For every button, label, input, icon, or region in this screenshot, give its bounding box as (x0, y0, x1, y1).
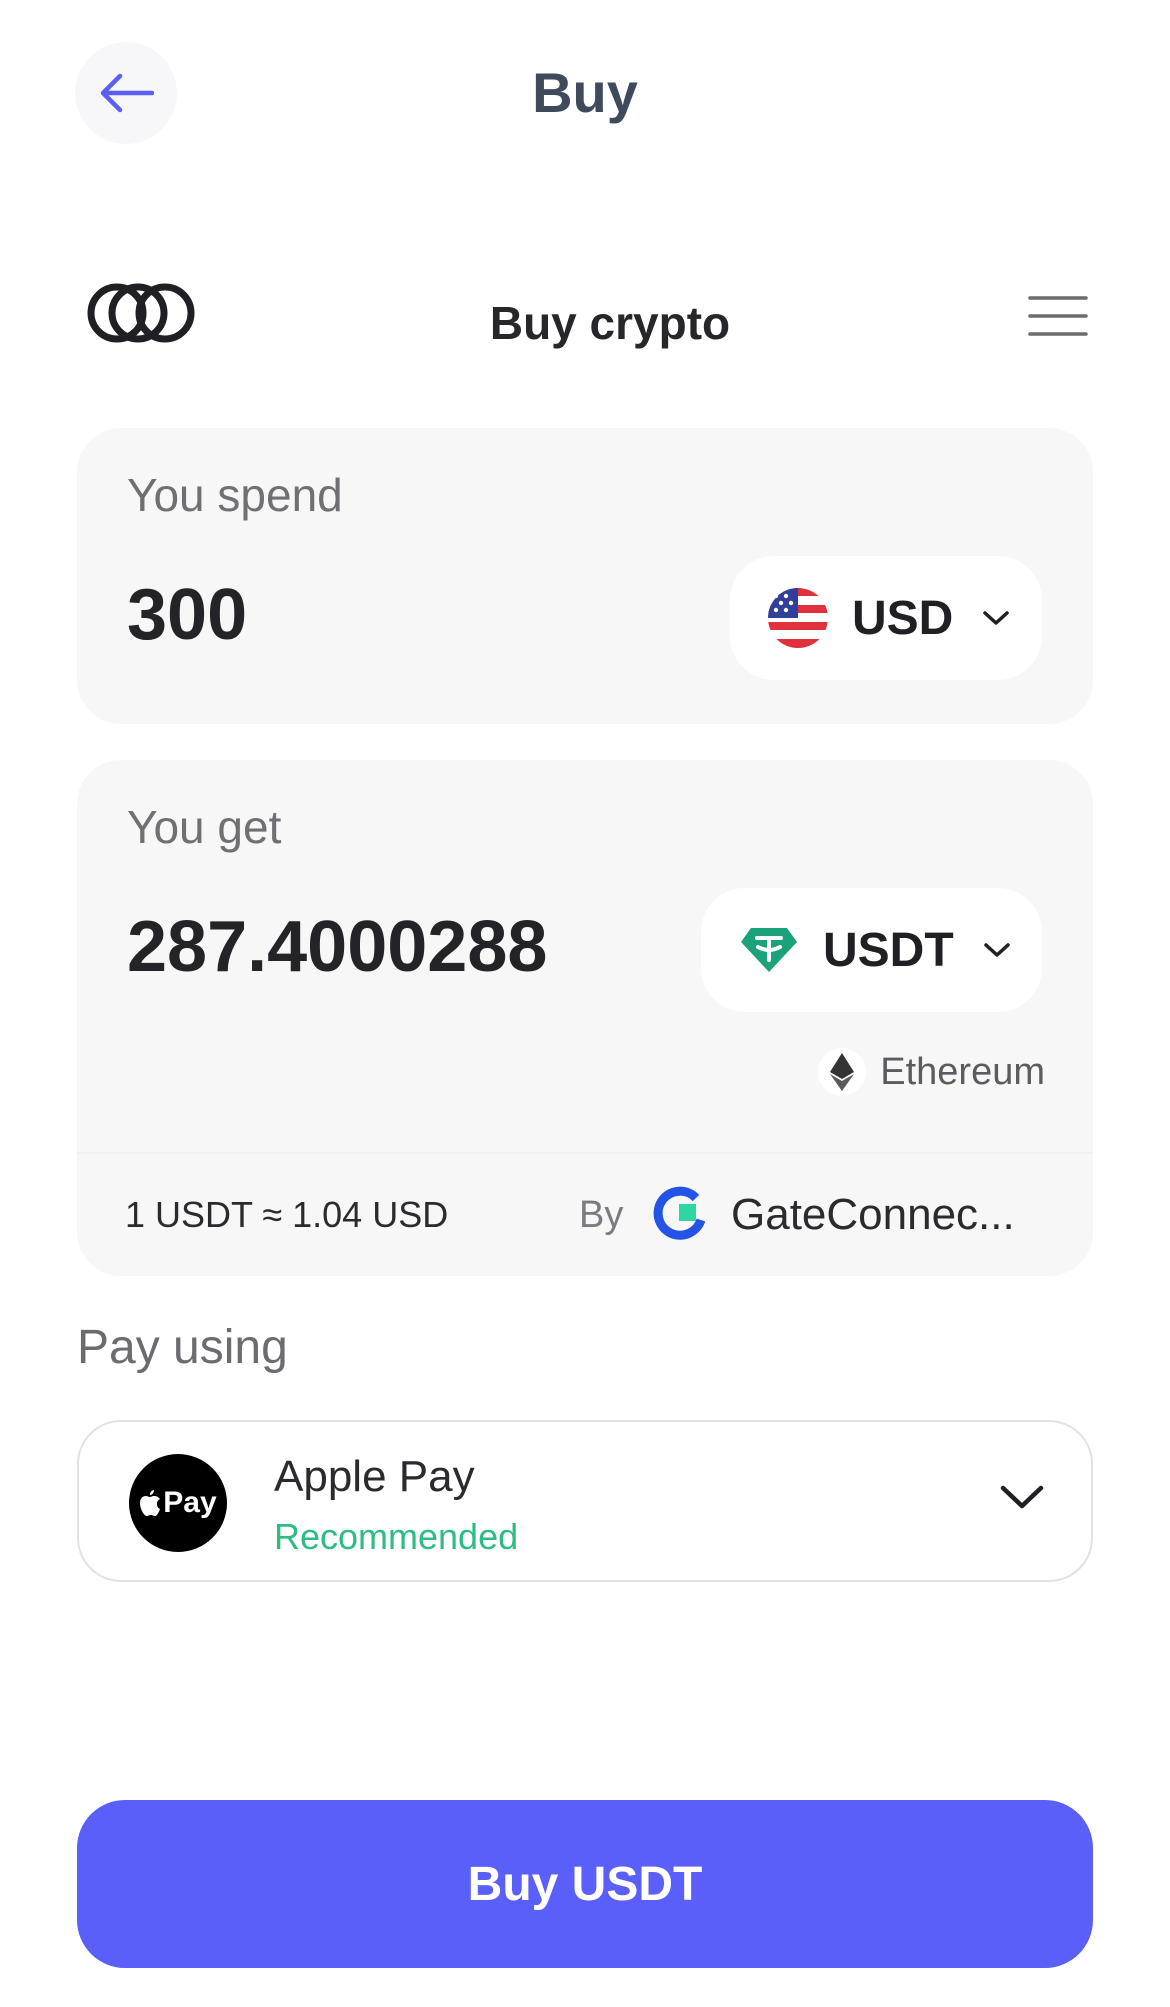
get-label: You get (127, 801, 282, 853)
apple-logo-icon (140, 1490, 161, 1516)
network-indicator: Ethereum (818, 1048, 1045, 1096)
payment-recommended-label: Recommended (274, 1516, 519, 1557)
apple-pay-badge-text: Pay (163, 1486, 217, 1519)
chevron-down-icon (983, 943, 1010, 957)
payment-method-selector[interactable]: Pay Apple Pay Recommended (77, 1420, 1093, 1582)
page-title: Buy (532, 61, 638, 124)
chevron-down-icon (983, 611, 1010, 625)
hamburger-menu-icon[interactable] (1028, 294, 1088, 338)
widget-title: Buy crypto (489, 297, 731, 349)
spend-amount-input[interactable]: 300 (127, 574, 247, 656)
apple-pay-icon: Pay (129, 1454, 227, 1552)
us-flag-icon (768, 588, 828, 648)
gateconnect-logo-icon[interactable] (650, 1184, 708, 1242)
network-name: Ethereum (880, 1050, 1045, 1093)
payment-method-name: Apple Pay (274, 1452, 475, 1501)
ethereum-icon (818, 1048, 867, 1096)
provider-by-label: By (579, 1194, 624, 1236)
spend-card: You spend 300 USD (77, 428, 1093, 724)
provider-name[interactable]: GateConnec... (731, 1190, 1015, 1240)
get-card: You get 287.4000288 USDT Ethereum 1 USDT… (77, 760, 1093, 1276)
spend-currency-code: USD (852, 591, 954, 645)
quote-row: 1 USDT ≈ 1.04 USD By GateConnec... (77, 1152, 1093, 1276)
get-currency-selector[interactable]: USDT (701, 888, 1042, 1012)
chevron-down-icon (1000, 1485, 1044, 1509)
top-bar: Buy (0, 0, 1170, 200)
widget-header: Buy crypto (0, 270, 1170, 370)
exchange-rate: 1 USDT ≈ 1.04 USD (125, 1194, 449, 1235)
tether-icon (741, 928, 797, 972)
spend-currency-selector[interactable]: USD (730, 556, 1042, 680)
get-currency-code: USDT (823, 923, 954, 977)
spend-label: You spend (127, 469, 343, 521)
pay-using-label: Pay using (77, 1321, 288, 1374)
buy-usdt-button[interactable]: Buy USDT (77, 1800, 1093, 1968)
get-amount: 287.4000288 (127, 907, 548, 987)
